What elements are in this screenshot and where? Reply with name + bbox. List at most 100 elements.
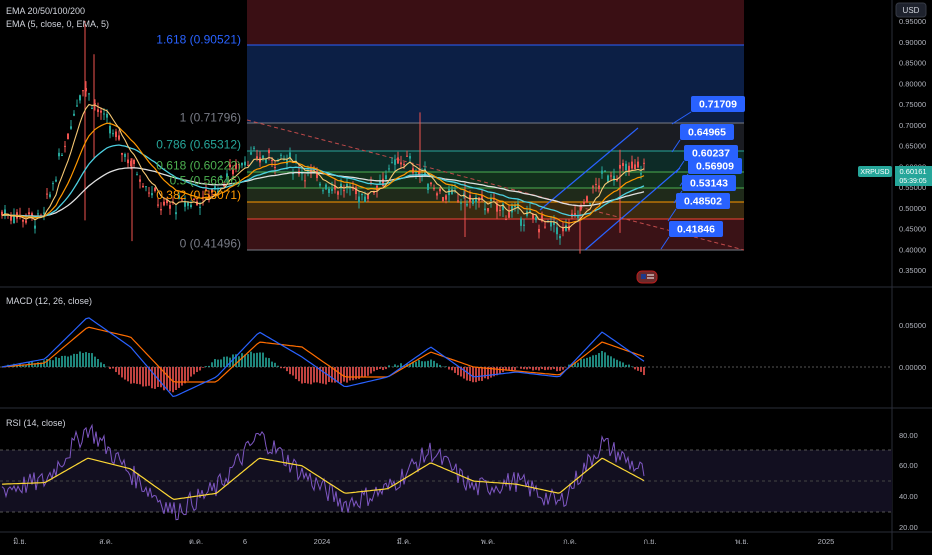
- macd-histogram-bar: [268, 358, 270, 367]
- macd-histogram-bar: [370, 367, 372, 373]
- candle-body: [28, 212, 30, 214]
- macd-histogram-bar: [214, 359, 216, 367]
- rsi-tick-label: 40.00: [899, 492, 918, 501]
- candle-body: [505, 219, 507, 220]
- candle-body: [340, 184, 342, 189]
- macd-histogram-bar: [208, 366, 210, 367]
- time-tick-label: 6: [243, 537, 247, 546]
- macd-histogram-bar: [361, 367, 363, 377]
- macd-histogram-bar: [205, 366, 207, 367]
- macd-histogram-bar: [175, 367, 177, 390]
- macd-histogram-bar: [454, 367, 456, 373]
- candle-body: [175, 212, 177, 214]
- macd-histogram-bar: [529, 367, 531, 369]
- macd-histogram-bar: [556, 367, 558, 371]
- time-tick-label: พ.ย.: [735, 537, 749, 546]
- macd-histogram-bar: [241, 353, 243, 367]
- macd-histogram-bar: [352, 367, 354, 380]
- candle-body: [589, 203, 591, 204]
- candle-body: [34, 226, 36, 229]
- macd-histogram-bar: [337, 367, 339, 382]
- macd-histogram-bar: [544, 367, 546, 370]
- candle-body: [121, 153, 123, 155]
- candle-body: [256, 156, 258, 158]
- candle-body: [637, 162, 639, 168]
- time-tick-label: ส.ค.: [99, 537, 113, 546]
- candle-body: [274, 167, 276, 168]
- macd-histogram-bar: [97, 359, 99, 367]
- candle-body: [244, 162, 246, 166]
- candle-body: [631, 162, 633, 169]
- time-tick-label: 2024: [314, 537, 331, 546]
- candle-body: [604, 171, 606, 172]
- macd-histogram-bar: [217, 360, 219, 367]
- candle-body: [58, 153, 60, 156]
- candle-body: [355, 187, 357, 194]
- macd-histogram-bar: [439, 365, 441, 367]
- candle-body: [394, 159, 396, 164]
- macd-histogram-bar: [547, 367, 549, 370]
- candle-body: [142, 186, 144, 188]
- macd-histogram-bar: [553, 367, 555, 369]
- macd-histogram-bar: [310, 367, 312, 384]
- macd-histogram-bar: [448, 367, 450, 370]
- candle-body: [466, 204, 468, 205]
- macd-histogram-bar: [166, 367, 168, 390]
- currency-label: USD: [903, 6, 920, 15]
- macd-histogram-bar: [256, 353, 258, 367]
- macd-histogram-bar: [562, 367, 564, 370]
- price-tick-label: 0.50000: [899, 204, 926, 213]
- macd-histogram-bar: [313, 367, 315, 382]
- macd-histogram-bar: [514, 367, 516, 370]
- trading-chart[interactable]: 1.618 (0.90521)1 (0.71796)0.786 (0.65312…: [0, 0, 932, 550]
- macd-histogram-bar: [415, 362, 417, 367]
- flag-icon[interactable]: [637, 271, 657, 283]
- candle-body: [430, 183, 432, 185]
- callout-value: 0.41846: [677, 224, 715, 236]
- rsi-tick-label: 60.00: [899, 461, 918, 470]
- macd-histogram-bar: [88, 353, 90, 367]
- candle-body: [586, 196, 588, 202]
- macd-histogram-bar: [73, 354, 75, 367]
- currency-button[interactable]: USD: [896, 3, 926, 17]
- candle-body: [262, 156, 264, 158]
- macd-histogram-bar: [457, 367, 459, 375]
- macd-histogram-bar: [331, 367, 333, 382]
- macd-histogram-bar: [289, 367, 291, 374]
- macd-histogram-bar: [91, 353, 93, 367]
- candle-body: [565, 225, 567, 231]
- candle-body: [289, 153, 291, 158]
- candle-body: [529, 211, 531, 212]
- price-tick-label: 0.85000: [899, 59, 926, 68]
- candle-body: [457, 200, 459, 201]
- candle-body: [22, 220, 24, 222]
- macd-histogram-bar: [172, 367, 174, 392]
- candle-body: [625, 164, 627, 170]
- macd-histogram-bar: [151, 367, 153, 388]
- fib-level-label: 0.786 (0.65312): [156, 137, 241, 151]
- macd-histogram-bar: [223, 357, 225, 367]
- candle-body: [169, 205, 171, 209]
- candle-body: [148, 193, 150, 194]
- candle-body: [271, 160, 273, 161]
- fib-retracement[interactable]: [247, 0, 744, 250]
- macd-histogram-bar: [283, 367, 285, 368]
- price-tick-label: 0.45000: [899, 225, 926, 234]
- candle-body: [397, 157, 399, 163]
- candle-body: [100, 111, 102, 113]
- candle-body: [73, 114, 75, 116]
- macd-histogram-bar: [637, 367, 639, 371]
- candle-body: [46, 194, 48, 195]
- callout-value: 0.64965: [688, 127, 726, 139]
- candle-body: [403, 164, 405, 165]
- macd-legend: MACD (12, 26, close): [6, 296, 92, 306]
- macd-histogram-bar: [55, 357, 57, 367]
- macd-histogram-bar: [607, 355, 609, 367]
- candle-body: [163, 202, 165, 206]
- macd-histogram-bar: [424, 361, 426, 367]
- candle-body: [139, 179, 141, 181]
- candle-body: [523, 225, 525, 226]
- candle-body: [439, 189, 441, 192]
- candle-body: [610, 175, 612, 176]
- candle-body: [91, 108, 93, 109]
